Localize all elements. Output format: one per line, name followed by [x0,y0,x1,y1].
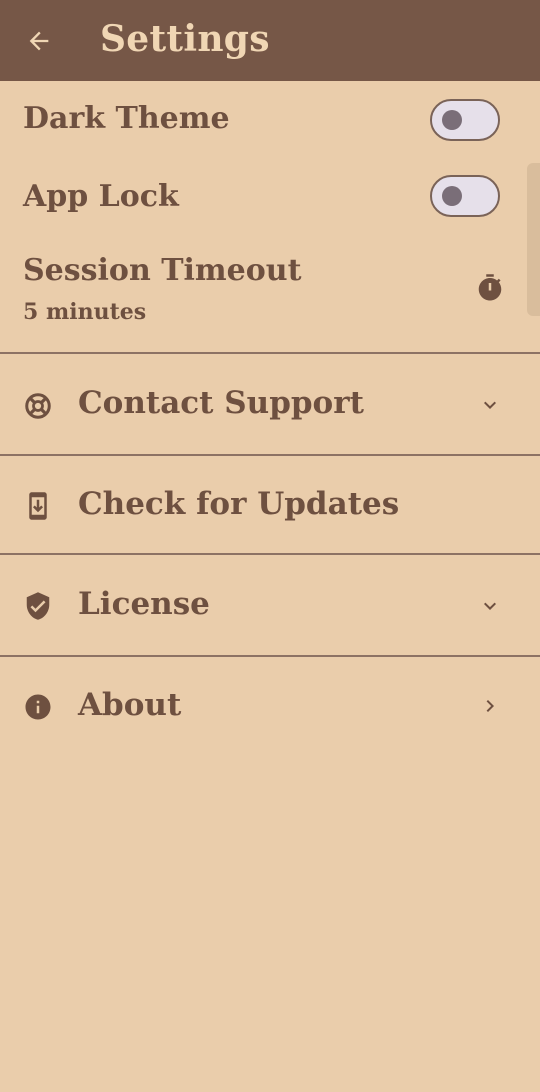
nav-item-contact-support[interactable]: Contact Support [0,355,540,453]
toggle-knob [442,110,462,130]
app-lock-toggle[interactable] [430,175,500,217]
app-bar: Settings [0,0,540,81]
phone-download-icon [23,491,53,521]
chevron-down-icon [484,401,496,409]
app-lock-label: App Lock [23,179,179,214]
arrow-left-icon [29,31,49,51]
nav-item-license[interactable]: License [0,556,540,654]
nav-label: Contact Support [78,385,364,421]
divider [0,352,540,354]
scrollbar[interactable] [527,163,540,316]
dark-theme-label: Dark Theme [23,101,230,136]
page-title: Settings [100,18,270,60]
nav-label: Check for Updates [78,486,400,522]
session-timeout-value: 5 minutes [23,299,147,325]
dark-theme-toggle[interactable] [430,99,500,141]
setting-app-lock: App Lock [0,159,540,237]
chevron-right-icon [486,700,494,712]
back-button[interactable] [22,24,56,58]
nav-item-about[interactable]: About [0,657,540,755]
timer-icon [478,274,502,301]
setting-dark-theme: Dark Theme [0,81,540,159]
nav-label: About [78,687,182,723]
shield-check-icon [23,591,53,621]
nav-item-check-updates[interactable]: Check for Updates [0,456,540,554]
nav-label: License [78,586,210,622]
lifebuoy-icon [23,391,53,421]
toggle-knob [442,186,462,206]
chevron-down-icon [484,602,496,610]
divider [0,553,540,555]
session-timeout-label: Session Timeout [23,253,302,288]
setting-session-timeout[interactable]: Session Timeout 5 minutes [0,237,540,352]
info-icon [23,692,53,722]
